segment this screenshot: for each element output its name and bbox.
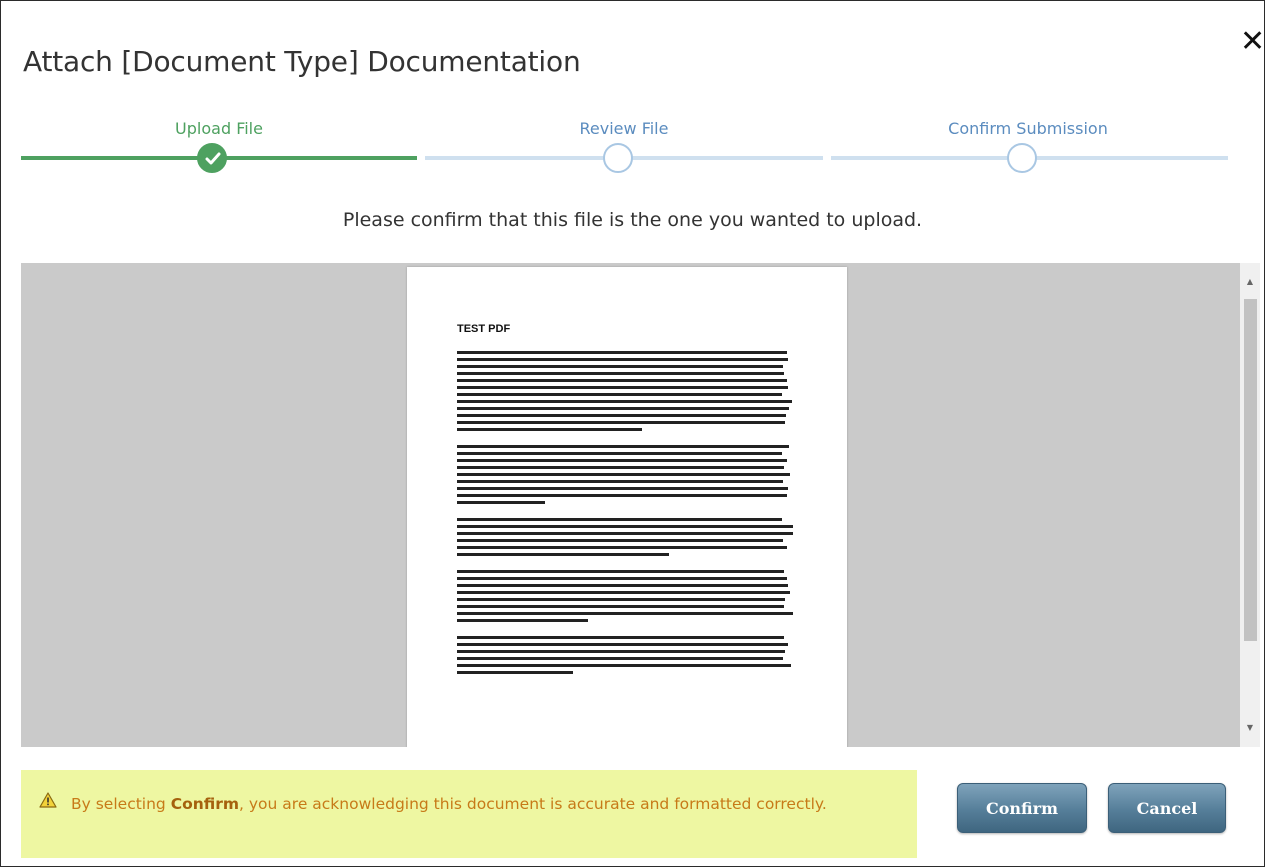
pdf-text-line [457,407,789,410]
pdf-text-line [457,532,793,535]
pdf-text-line [457,372,784,375]
pdf-text-line [457,386,788,389]
notice-text: By selecting Confirm, you are acknowledg… [71,795,827,813]
pdf-text-line [457,671,573,674]
pdf-text-line [457,650,785,653]
pdf-text-line [457,393,782,396]
pdf-text-line [457,539,783,542]
attach-documentation-dialog: Attach [Document Type] Documentation ✕ U… [0,0,1265,867]
pdf-text-line [457,428,642,431]
step-confirm-submission [1007,143,1037,173]
pdf-text-line [457,619,588,622]
dialog-title: Attach [Document Type] Documentation [23,45,581,78]
acknowledgement-notice: By selecting Confirm, you are acknowledg… [21,770,917,858]
pdf-text-line [457,598,785,601]
pdf-page: TEST PDF [407,267,847,747]
pdf-text-line [457,643,788,646]
pdf-text-line [457,351,787,354]
step-label-upload-file: Upload File [175,119,263,138]
confirm-prompt: Please confirm that this file is the one… [342,209,923,231]
pdf-text-line [457,577,787,580]
pdf-text-line [457,414,786,417]
pdf-text-line [457,525,793,528]
pdf-text-line [457,400,792,403]
pdf-text-line [457,664,791,667]
step-upload-file [197,143,227,173]
pdf-text-line [457,584,788,587]
pdf-text-line [457,480,783,483]
pdf-text-line [457,657,783,660]
document-preview[interactable]: TEST PDF ▲ ▼ [21,263,1260,747]
preview-scrollbar[interactable]: ▲ ▼ [1240,263,1260,747]
confirm-button[interactable]: Confirm [957,783,1087,833]
pdf-text-line [457,553,669,556]
pdf-text-line [457,494,787,497]
cancel-button[interactable]: Cancel [1108,783,1226,833]
pdf-text-line [457,570,784,573]
pdf-text-line [457,421,785,424]
pdf-text-line [457,636,784,639]
pdf-text-line [457,591,790,594]
checkmark-icon [205,152,221,165]
notice-bold-confirm: Confirm [170,795,240,813]
pdf-title: TEST PDF [457,323,511,335]
warning-icon [39,792,57,808]
pdf-text-line [457,365,783,368]
pdf-text-line [457,501,545,504]
pdf-text-line [457,466,784,469]
close-icon[interactable]: ✕ [1240,27,1264,57]
scrollbar-thumb[interactable] [1244,299,1257,641]
step-review-file [603,143,633,173]
pdf-text-line [457,358,788,361]
pdf-text-line [457,605,784,608]
scroll-down-arrow-icon[interactable]: ▼ [1240,719,1260,737]
pdf-text-line [457,473,790,476]
pdf-text-line [457,379,787,382]
step-label-confirm-submission: Confirm Submission [948,119,1108,138]
pdf-text-line [457,546,787,549]
pdf-text-line [457,612,793,615]
pdf-text-line [457,452,782,455]
scroll-up-arrow-icon[interactable]: ▲ [1240,273,1260,291]
pdf-text-line [457,445,789,448]
pdf-text-line [457,459,787,462]
pdf-text-line [457,518,782,521]
pdf-text-line [457,487,788,490]
step-label-review-file: Review File [579,119,669,138]
